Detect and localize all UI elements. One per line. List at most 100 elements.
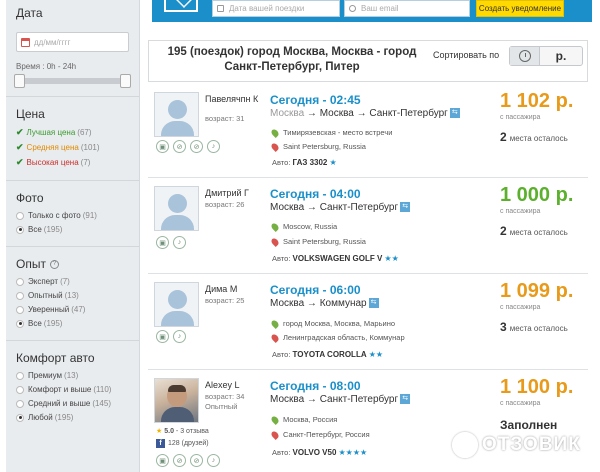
trip-route: Москва → Санкт-Петербург ⇆ [270,202,411,213]
car-label: Авто: [272,254,291,263]
preferences-icons: ▣ ♪ [156,330,190,343]
trip-route: Москва → Коммунар ⇆ [270,298,379,309]
otzovik-logo-icon [452,432,478,458]
pickup-text: Москва, Россия [283,415,338,424]
avatar[interactable] [154,92,199,137]
seats-count: 2 [500,130,507,144]
radio-icon [16,399,24,408]
sort-by-time-button[interactable] [510,47,540,65]
radio-label: Эксперт [28,277,59,286]
comfort-filter-comfort[interactable]: Комфорт и выше (110) [16,385,129,394]
trip-time[interactable]: Сегодня - 04:00 [270,187,361,201]
pickup-text: Тимирязевская - место встречи [283,128,393,137]
car-label: Авто: [272,448,291,457]
trip-time[interactable]: Сегодня - 08:00 [270,379,361,393]
driver-name[interactable]: Павелячпн К [205,94,265,104]
driver-name[interactable]: Дмитрий Г [205,188,265,198]
radio-count: (47) [71,305,86,314]
price-filter-best[interactable]: ✔ Лучшая цена (67) [16,127,129,138]
friends-count: 128 (друзей) [168,440,209,447]
time-slider-handle-end[interactable] [120,74,131,88]
avatar[interactable] [154,186,199,231]
pickup-text: город Москва, Москва, Марьино [283,319,396,328]
avatar-photo[interactable] [154,378,199,423]
avatar-head-shape [168,100,187,119]
trip-card[interactable]: Павелячпн К возраст: 31 ▣ ⊘ ⊘ ♪ Сегодня … [148,88,588,178]
comfort-filter-medium[interactable]: Средний и выше (145) [16,399,129,408]
music-icon: ♪ [173,330,186,343]
dropoff-pin-icon [270,236,280,247]
trip-route: Москва → Москва → Санкт-Петербург ⇆ [270,108,460,119]
music-icon: ♪ [173,236,186,249]
dropoff-point: Saint Petersburg, Russia [270,236,366,247]
avatar[interactable] [154,282,199,327]
trip-date-placeholder: Дата вашей поездки [229,4,305,13]
trip-card[interactable]: Дмитрий Г возраст: 26 ▣ ♪ Сегодня - 04:0… [148,182,588,274]
experience-filter-experienced[interactable]: Опытный (13) [16,291,129,300]
experience-filter-all[interactable]: Все (195) [16,319,129,328]
time-range-slider[interactable] [14,74,131,88]
price-filter-medium[interactable]: ✔ Средняя цена (101) [16,142,129,153]
at-sign-icon [349,5,356,12]
clock-icon [518,50,531,62]
driver-name[interactable]: Дима М [205,284,265,294]
results-header: 195 (поездок) город Москва, Москва - гор… [148,40,588,82]
dropoff-pin-icon [270,141,280,152]
experience-filter-confident[interactable]: Уверенный (47) [16,305,129,314]
help-icon[interactable]: ? [49,259,59,269]
dropoff-point: Saint Petersburg, Russia [270,141,366,152]
trip-price: 1 102 р. [500,90,574,112]
results-title-line1: 195 (поездок) город Москва, Москва - гор… [167,46,417,58]
luggage-icon: ▣ [156,236,169,249]
car-info: Авто: ГАЗ 3302 ★ [272,158,337,167]
no-pets-icon: ⊘ [190,140,203,153]
driver-age: возраст: 34 [205,392,245,401]
time-range-label: Время : 0h - 24h [16,62,77,71]
date-input[interactable]: дд/мм/гггг [16,32,129,52]
radio-icon [16,291,24,300]
car-comfort-stars: ★ [329,158,337,167]
comfort-filter-any[interactable]: Любой (195) [16,413,129,422]
facebook-friends: f 128 (друзей) [156,439,209,448]
email-input[interactable]: Ваш email [344,0,470,17]
comfort-filter-premium[interactable]: Премиум (13) [16,371,129,380]
time-slider-handle-start[interactable] [14,74,25,88]
tickets-icon: ⇆ [400,202,411,213]
route-from: Москва [270,394,305,405]
seats-count: 2 [500,224,507,238]
facebook-icon: f [156,439,165,448]
trip-time[interactable]: Сегодня - 02:45 [270,93,361,107]
car-info: Авто: VOLKSWAGEN GOLF V ★★ [272,254,399,263]
avatar-body-shape [161,311,194,326]
photo-filter-all[interactable]: Все (195) [16,225,129,234]
seats-text: места осталось [509,324,568,333]
avatar-body-shape [161,121,194,136]
radio-selected-icon [16,225,24,234]
preferences-icons: ▣ ⊘ ⊘ ♪ [156,140,224,153]
experience-title-text: Опыт [16,257,46,271]
price-filter-count: (7) [80,158,91,167]
pickup-point: Moscow, Russia [270,221,337,232]
dropoff-text: Ленинградская область, Коммунар [283,333,405,342]
email-placeholder: Ваш email [361,4,399,13]
price-filter-high[interactable]: ✔ Высокая цена (7) [16,157,129,168]
price-filter-count: (101) [80,143,100,152]
car-info: Авто: TOYOTA COROLLA ★★ [272,350,383,359]
trip-status: Заполнен [500,418,558,432]
envelope-icon [164,0,198,12]
driver-name[interactable]: Alexey L [205,380,265,390]
photo-filter-only-photo[interactable]: Только с фото (91) [16,211,129,220]
tickets-icon: ⇆ [449,108,460,119]
trip-card[interactable]: Дима М возраст: 25 ▣ ♪ Сегодня - 06:00 М… [148,278,588,370]
experience-filter-expert[interactable]: Эксперт (7) [16,277,129,286]
radio-icon [16,385,24,394]
driver-rating[interactable]: ★ 5.0 - 3 отзыва [156,427,209,435]
radio-selected-icon [16,319,24,328]
sort-by-price-button[interactable]: р. [540,47,582,65]
radio-selected-icon [16,413,24,422]
trip-price: 1 099 р. [500,280,574,302]
radio-count: (195) [43,319,63,328]
create-alert-button[interactable]: Создать уведомление [476,0,564,17]
trip-time[interactable]: Сегодня - 06:00 [270,283,361,297]
trip-date-input[interactable]: Дата вашей поездки [212,0,340,17]
